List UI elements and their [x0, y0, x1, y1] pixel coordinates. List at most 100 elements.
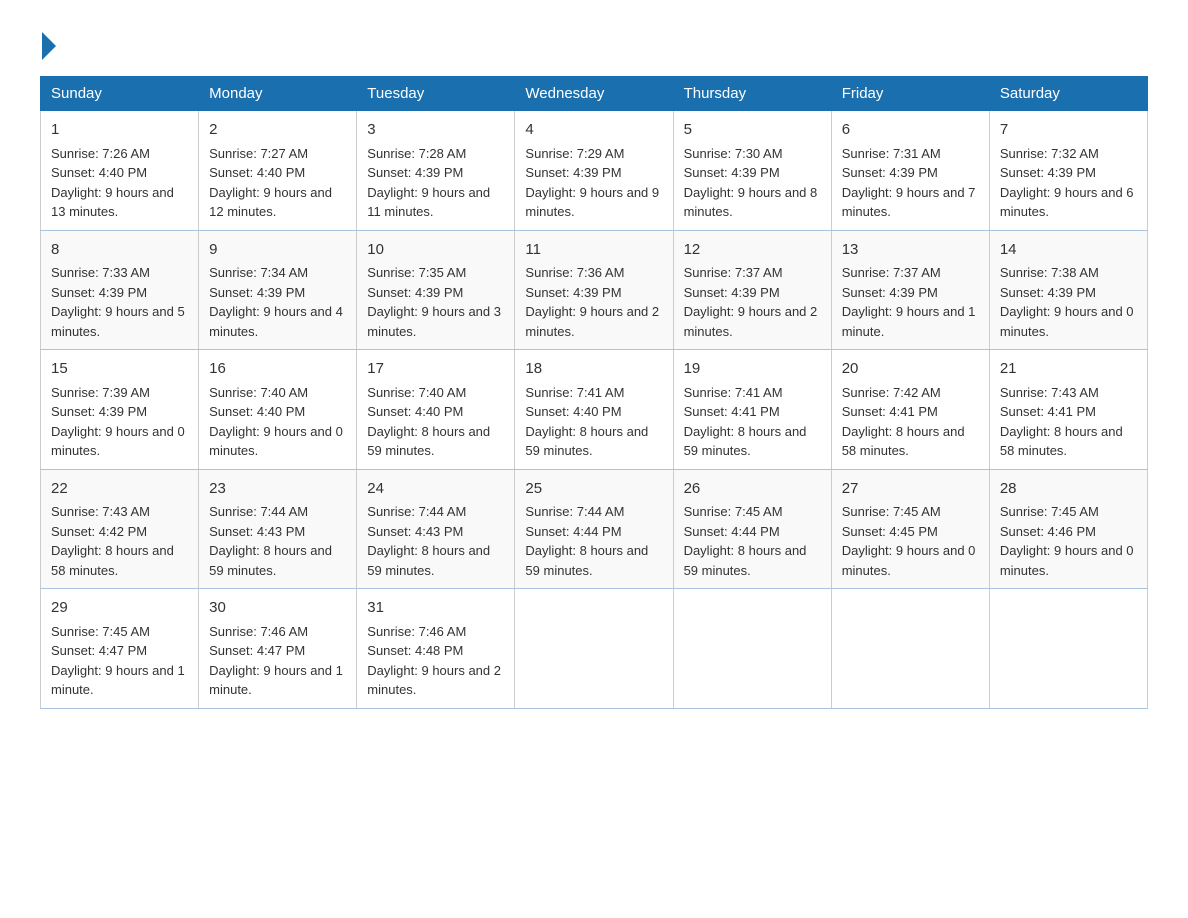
- day-info: Sunrise: 7:43 AMSunset: 4:42 PMDaylight:…: [51, 504, 174, 578]
- logo-arrow-icon: [42, 32, 56, 60]
- day-info: Sunrise: 7:41 AMSunset: 4:41 PMDaylight:…: [684, 385, 807, 459]
- calendar-cell: 23 Sunrise: 7:44 AMSunset: 4:43 PMDayligh…: [199, 469, 357, 589]
- day-number: 24: [367, 478, 504, 501]
- calendar-cell: 7 Sunrise: 7:32 AMSunset: 4:39 PMDaylight…: [989, 111, 1147, 231]
- calendar-cell: 14 Sunrise: 7:38 AMSunset: 4:39 PMDayligh…: [989, 230, 1147, 350]
- day-info: Sunrise: 7:45 AMSunset: 4:44 PMDaylight:…: [684, 504, 807, 578]
- calendar-cell: 9Sunrise: 7:34 AMSunset: 4:39 PMDaylight…: [199, 230, 357, 350]
- day-info: Sunrise: 7:31 AMSunset: 4:39 PMDaylight:…: [842, 146, 976, 220]
- calendar-cell: 2 Sunrise: 7:27 AMSunset: 4:40 PMDaylight…: [199, 111, 357, 231]
- day-info: Sunrise: 7:30 AMSunset: 4:39 PMDaylight:…: [684, 146, 818, 220]
- day-number: 9: [209, 239, 346, 262]
- day-info: Sunrise: 7:28 AMSunset: 4:39 PMDaylight:…: [367, 146, 490, 220]
- logo: [40, 30, 56, 56]
- day-info: Sunrise: 7:45 AMSunset: 4:45 PMDaylight:…: [842, 504, 976, 578]
- calendar-cell: 31 Sunrise: 7:46 AMSunset: 4:48 PMDayligh…: [357, 589, 515, 709]
- day-number: 29: [51, 597, 188, 620]
- header-tuesday: Tuesday: [357, 77, 515, 111]
- day-number: 22: [51, 478, 188, 501]
- header-saturday: Saturday: [989, 77, 1147, 111]
- day-info: Sunrise: 7:38 AMSunset: 4:39 PMDaylight:…: [1000, 265, 1134, 339]
- calendar-cell: 1 Sunrise: 7:26 AMSunset: 4:40 PMDaylight…: [41, 111, 199, 231]
- header-sunday: Sunday: [41, 77, 199, 111]
- calendar-cell: 25 Sunrise: 7:44 AMSunset: 4:44 PMDayligh…: [515, 469, 673, 589]
- header-wednesday: Wednesday: [515, 77, 673, 111]
- calendar-cell: 18 Sunrise: 7:41 AMSunset: 4:40 PMDayligh…: [515, 350, 673, 470]
- day-number: 7: [1000, 119, 1137, 142]
- day-number: 19: [684, 358, 821, 381]
- day-number: 21: [1000, 358, 1137, 381]
- calendar-cell: 6 Sunrise: 7:31 AMSunset: 4:39 PMDaylight…: [831, 111, 989, 231]
- day-number: 11: [525, 239, 662, 262]
- day-number: 14: [1000, 239, 1137, 262]
- calendar-cell: 17 Sunrise: 7:40 AMSunset: 4:40 PMDayligh…: [357, 350, 515, 470]
- day-info: Sunrise: 7:29 AMSunset: 4:39 PMDaylight:…: [525, 146, 659, 220]
- day-number: 17: [367, 358, 504, 381]
- day-number: 25: [525, 478, 662, 501]
- day-number: 23: [209, 478, 346, 501]
- day-info: Sunrise: 7:35 AMSunset: 4:39 PMDaylight:…: [367, 265, 501, 339]
- calendar-cell: 22 Sunrise: 7:43 AMSunset: 4:42 PMDayligh…: [41, 469, 199, 589]
- day-info: Sunrise: 7:36 AMSunset: 4:39 PMDaylight:…: [525, 265, 659, 339]
- day-info: Sunrise: 7:46 AMSunset: 4:48 PMDaylight:…: [367, 624, 501, 698]
- calendar-cell: 10 Sunrise: 7:35 AMSunset: 4:39 PMDayligh…: [357, 230, 515, 350]
- day-number: 3: [367, 119, 504, 142]
- day-number: 15: [51, 358, 188, 381]
- day-info: Sunrise: 7:44 AMSunset: 4:44 PMDaylight:…: [525, 504, 648, 578]
- day-info: Sunrise: 7:37 AMSunset: 4:39 PMDaylight:…: [842, 265, 976, 339]
- calendar-cell: 5Sunrise: 7:30 AMSunset: 4:39 PMDaylight…: [673, 111, 831, 231]
- calendar-week-row: 1 Sunrise: 7:26 AMSunset: 4:40 PMDaylight…: [41, 111, 1148, 231]
- day-number: 16: [209, 358, 346, 381]
- calendar-cell: [673, 589, 831, 709]
- calendar-cell: [515, 589, 673, 709]
- calendar-cell: 27 Sunrise: 7:45 AMSunset: 4:45 PMDayligh…: [831, 469, 989, 589]
- calendar-cell: 11 Sunrise: 7:36 AMSunset: 4:39 PMDayligh…: [515, 230, 673, 350]
- calendar-cell: 20 Sunrise: 7:42 AMSunset: 4:41 PMDayligh…: [831, 350, 989, 470]
- day-info: Sunrise: 7:41 AMSunset: 4:40 PMDaylight:…: [525, 385, 648, 459]
- calendar-week-row: 29 Sunrise: 7:45 AMSunset: 4:47 PMDayligh…: [41, 589, 1148, 709]
- calendar-week-row: 15 Sunrise: 7:39 AMSunset: 4:39 PMDayligh…: [41, 350, 1148, 470]
- calendar-cell: 26 Sunrise: 7:45 AMSunset: 4:44 PMDayligh…: [673, 469, 831, 589]
- day-info: Sunrise: 7:32 AMSunset: 4:39 PMDaylight:…: [1000, 146, 1134, 220]
- day-info: Sunrise: 7:45 AMSunset: 4:47 PMDaylight:…: [51, 624, 185, 698]
- day-number: 30: [209, 597, 346, 620]
- header-monday: Monday: [199, 77, 357, 111]
- calendar-cell: 19 Sunrise: 7:41 AMSunset: 4:41 PMDayligh…: [673, 350, 831, 470]
- calendar-week-row: 22 Sunrise: 7:43 AMSunset: 4:42 PMDayligh…: [41, 469, 1148, 589]
- calendar-cell: 16Sunrise: 7:40 AMSunset: 4:40 PMDayligh…: [199, 350, 357, 470]
- day-info: Sunrise: 7:42 AMSunset: 4:41 PMDaylight:…: [842, 385, 965, 459]
- day-info: Sunrise: 7:37 AMSunset: 4:39 PMDaylight:…: [684, 265, 818, 339]
- header-friday: Friday: [831, 77, 989, 111]
- day-number: 20: [842, 358, 979, 381]
- day-number: 18: [525, 358, 662, 381]
- calendar-cell: 30Sunrise: 7:46 AMSunset: 4:47 PMDayligh…: [199, 589, 357, 709]
- day-number: 27: [842, 478, 979, 501]
- calendar-table: SundayMondayTuesdayWednesdayThursdayFrid…: [40, 76, 1148, 709]
- calendar-cell: 4 Sunrise: 7:29 AMSunset: 4:39 PMDaylight…: [515, 111, 673, 231]
- calendar-cell: 12 Sunrise: 7:37 AMSunset: 4:39 PMDayligh…: [673, 230, 831, 350]
- calendar-header-row: SundayMondayTuesdayWednesdayThursdayFrid…: [41, 77, 1148, 111]
- day-number: 6: [842, 119, 979, 142]
- calendar-cell: 28Sunrise: 7:45 AMSunset: 4:46 PMDayligh…: [989, 469, 1147, 589]
- calendar-cell: 8Sunrise: 7:33 AMSunset: 4:39 PMDaylight…: [41, 230, 199, 350]
- day-number: 26: [684, 478, 821, 501]
- calendar-cell: [989, 589, 1147, 709]
- day-number: 10: [367, 239, 504, 262]
- day-info: Sunrise: 7:40 AMSunset: 4:40 PMDaylight:…: [367, 385, 490, 459]
- day-info: Sunrise: 7:39 AMSunset: 4:39 PMDaylight:…: [51, 385, 185, 459]
- day-number: 4: [525, 119, 662, 142]
- day-info: Sunrise: 7:44 AMSunset: 4:43 PMDaylight:…: [209, 504, 332, 578]
- calendar-week-row: 8Sunrise: 7:33 AMSunset: 4:39 PMDaylight…: [41, 230, 1148, 350]
- page-header: [40, 30, 1148, 56]
- calendar-cell: 21Sunrise: 7:43 AMSunset: 4:41 PMDayligh…: [989, 350, 1147, 470]
- calendar-cell: 13 Sunrise: 7:37 AMSunset: 4:39 PMDayligh…: [831, 230, 989, 350]
- day-info: Sunrise: 7:27 AMSunset: 4:40 PMDaylight:…: [209, 146, 332, 220]
- day-number: 13: [842, 239, 979, 262]
- day-number: 12: [684, 239, 821, 262]
- day-info: Sunrise: 7:26 AMSunset: 4:40 PMDaylight:…: [51, 146, 174, 220]
- day-number: 1: [51, 119, 188, 142]
- day-number: 31: [367, 597, 504, 620]
- calendar-cell: 29 Sunrise: 7:45 AMSunset: 4:47 PMDayligh…: [41, 589, 199, 709]
- header-thursday: Thursday: [673, 77, 831, 111]
- day-number: 2: [209, 119, 346, 142]
